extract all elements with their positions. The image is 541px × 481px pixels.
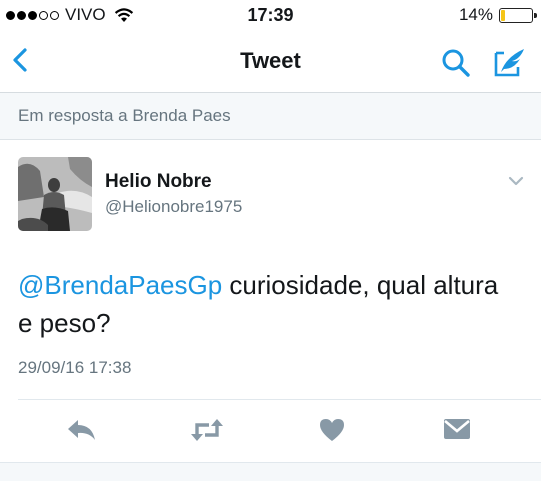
chevron-down-icon[interactable] [507, 175, 525, 187]
battery-status: 14% [458, 5, 537, 25]
status-bar: VIVO 17:39 14% [0, 0, 541, 30]
mention-link[interactable]: @BrendaPaesGp [18, 270, 222, 300]
author-name[interactable]: Helio Nobre [105, 171, 212, 193]
divider [18, 399, 541, 400]
search-icon[interactable] [441, 48, 471, 78]
reply-context-banner[interactable]: Em resposta a Brenda Paes [0, 93, 541, 140]
reply-icon[interactable] [66, 415, 98, 445]
author-handle[interactable]: @Helionobre1975 [105, 197, 242, 217]
like-icon[interactable] [318, 415, 346, 445]
tweet-timestamp: 29/09/16 17:38 [18, 358, 132, 377]
battery-level [501, 9, 505, 21]
navigation-bar: Tweet [0, 30, 541, 93]
reply-context-text: Em resposta a Brenda Paes [18, 106, 231, 125]
direct-message-icon[interactable] [442, 415, 472, 445]
battery-icon [499, 7, 537, 23]
avatar[interactable] [18, 157, 92, 231]
compose-icon[interactable] [494, 47, 526, 77]
battery-percentage: 14% [458, 5, 493, 24]
bottom-strip [0, 462, 541, 481]
tweet-text: @BrendaPaesGp curiosidade, qual altura e… [18, 266, 518, 342]
retweet-icon[interactable] [189, 415, 225, 445]
